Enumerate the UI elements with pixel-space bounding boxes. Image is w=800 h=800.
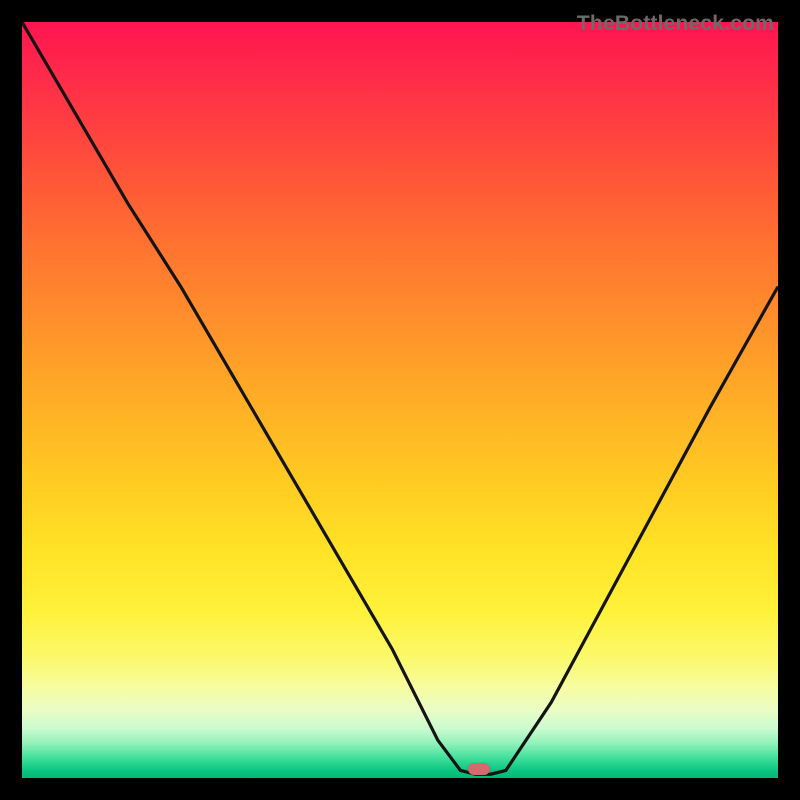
plot-area: [22, 22, 778, 778]
optimal-point-marker: [468, 763, 490, 775]
chart-frame: TheBottleneck.com: [12, 12, 788, 788]
bottleneck-curve: [22, 22, 778, 778]
watermark-text: TheBottleneck.com: [577, 12, 774, 36]
